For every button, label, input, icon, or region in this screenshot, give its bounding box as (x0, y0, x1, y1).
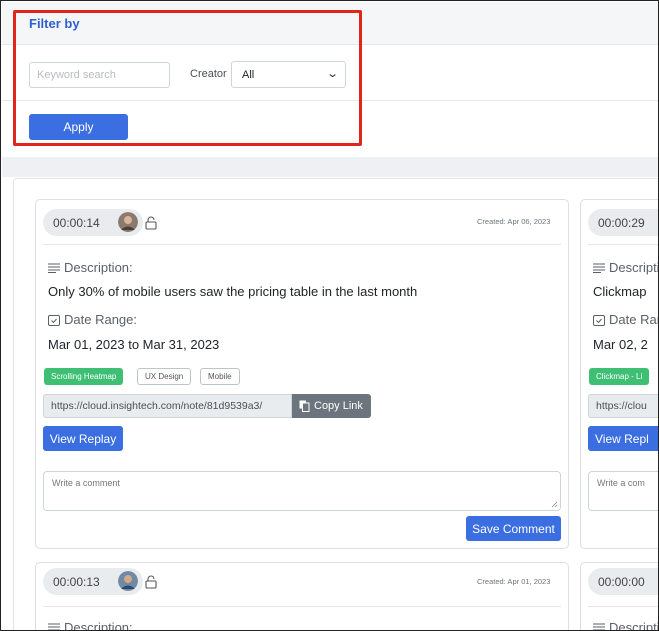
note-link-field[interactable]: https://clou (588, 394, 658, 418)
note-card: 00:00:13 Created: Apr 01, 2023 Descripti… (35, 562, 569, 631)
calendar-icon (48, 314, 60, 326)
note-card: 00:00:29 Description: Clickmap Date Rang… (580, 199, 659, 549)
duration-pill[interactable]: 00:00:00 (588, 568, 658, 595)
keyword-search-input[interactable] (29, 62, 170, 88)
comment-input[interactable]: Write a com (588, 471, 658, 511)
comment-placeholder: Write a com (597, 478, 645, 488)
note-link-text: https://clou (596, 400, 647, 412)
note-card: 00:00:00 Description: (580, 562, 659, 631)
description-label-text: Description: (609, 260, 659, 275)
avatar (118, 212, 138, 232)
description-label-text: Description: (64, 620, 133, 631)
creator-select-value: All (242, 69, 255, 81)
duration-pill[interactable]: 00:00:29 (588, 209, 658, 236)
divider (43, 606, 561, 607)
lines-icon (593, 263, 605, 273)
lock-icon[interactable] (145, 216, 157, 230)
description-label: Description: (48, 260, 133, 275)
duration-text: 00:00:14 (53, 215, 100, 230)
section-divider (2, 157, 658, 177)
comment-placeholder: Write a comment (52, 478, 120, 488)
duration-text: 00:00:13 (53, 574, 100, 589)
avatar (118, 571, 138, 591)
date-range-label: Date Range: (48, 312, 137, 327)
duration-text: 00:00:00 (598, 574, 645, 589)
view-replay-button[interactable]: View Repl (588, 426, 658, 451)
apply-button[interactable]: Apply (29, 114, 128, 140)
filter-header: Filter by (2, 2, 658, 45)
copy-link-button[interactable]: Copy Link (292, 394, 371, 418)
lines-icon (48, 263, 60, 273)
lines-icon (593, 623, 605, 630)
calendar-icon (593, 314, 605, 326)
app-frame: Filter by Creator All ⌄ Apply 00:00:14 C… (0, 0, 659, 631)
note-link-field[interactable]: https://cloud.insightech.com/note/81d953… (43, 394, 292, 418)
duration-text: 00:00:29 (598, 215, 645, 230)
description-label: Description: (593, 620, 659, 631)
created-date: Created: Apr 01, 2023 (477, 577, 551, 586)
description-text: Only 30% of mobile users saw the pricing… (48, 284, 418, 299)
lock-icon[interactable] (145, 575, 157, 589)
description-label-text: Description: (609, 620, 659, 631)
note-card: 00:00:14 Created: Apr 06, 2023 Descripti… (35, 199, 569, 549)
description-label: Description: (48, 620, 133, 631)
filter-title: Filter by (29, 16, 80, 31)
created-date: Created: Apr 06, 2023 (477, 217, 551, 226)
tag[interactable]: Scrolling Heatmap (44, 368, 124, 385)
description-label-text: Description: (64, 260, 133, 275)
tag[interactable]: Mobile (200, 368, 240, 385)
description-label: Description: (593, 260, 659, 275)
copy-icon (299, 400, 310, 412)
date-range-label-text: Date Range: (609, 312, 658, 327)
tag[interactable]: UX Design (137, 368, 192, 385)
divider (588, 244, 658, 245)
date-range-text: Mar 02, 2 (593, 337, 648, 352)
divider (588, 606, 658, 607)
tag[interactable]: Clickmap - Li (589, 368, 650, 385)
date-range-label: Date Range: (593, 312, 658, 327)
chevron-down-icon: ⌄ (325, 68, 339, 80)
date-range-label-text: Date Range: (64, 312, 137, 327)
copy-link-label: Copy Link (314, 400, 363, 412)
save-comment-button[interactable]: Save Comment (466, 516, 561, 541)
lines-icon (48, 623, 60, 630)
creator-select[interactable]: All ⌄ (231, 61, 346, 88)
creator-label: Creator (190, 68, 227, 80)
view-replay-button[interactable]: View Replay (43, 426, 123, 451)
divider (43, 244, 561, 245)
comment-input[interactable]: Write a comment (43, 471, 561, 511)
resize-grip-icon[interactable] (551, 501, 558, 508)
date-range-text: Mar 01, 2023 to Mar 31, 2023 (48, 337, 220, 352)
note-link-text: https://cloud.insightech.com/note/81d953… (51, 400, 263, 412)
description-text: Clickmap (593, 284, 647, 299)
